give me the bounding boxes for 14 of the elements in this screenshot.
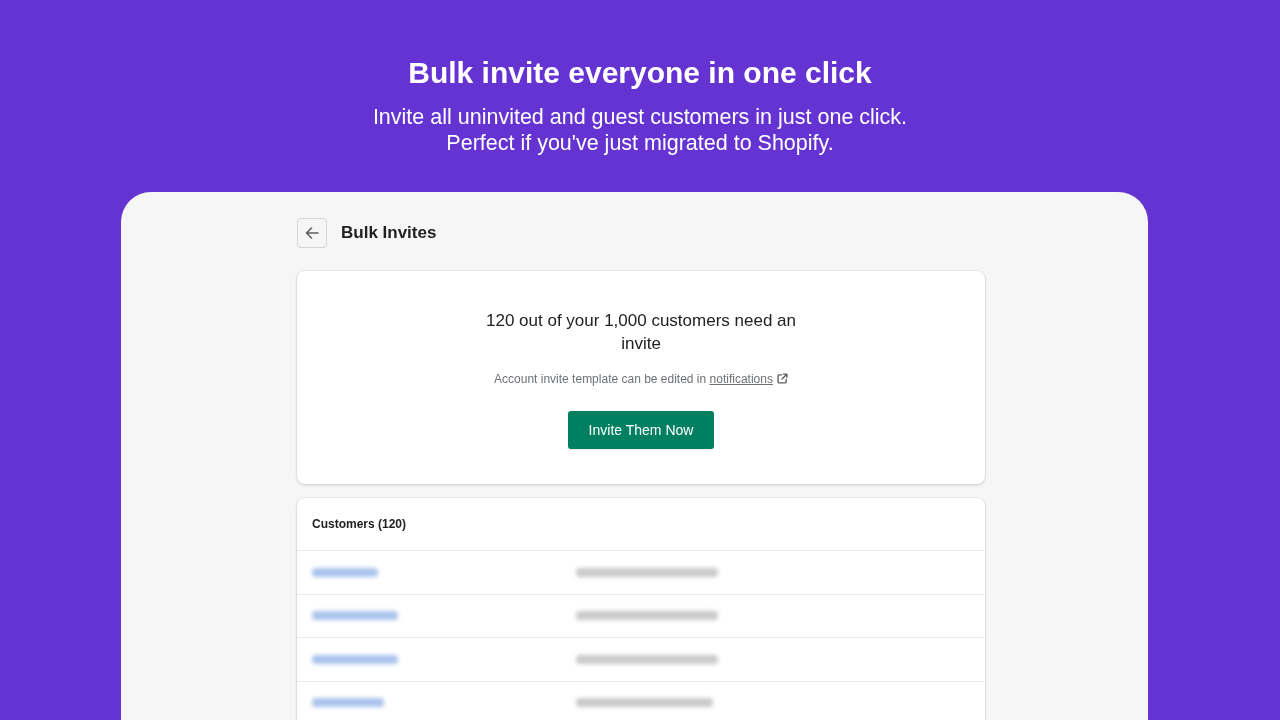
notifications-link[interactable]: notifications (709, 372, 788, 386)
invite-button[interactable]: Invite Them Now (568, 411, 714, 449)
summary-message: 120 out of your 1,000 customers need an invite (485, 310, 797, 355)
back-arrow-icon (305, 227, 319, 239)
subtitle-line: Perfect if you've just migrated to Shopify. (445, 130, 835, 156)
subtitle-line: Invite all uninvited and guest customers in just one click. (371, 104, 909, 130)
customers-heading: Customers (120) (312, 517, 407, 531)
template-note: Account invite template can be edited in notifications (494, 371, 788, 387)
headline: Bulk invite everyone in one click (407, 55, 873, 91)
back-button[interactable] (297, 218, 327, 248)
blurred-name (312, 567, 378, 577)
page-title: Bulk Invites (341, 223, 437, 243)
external-link-icon (776, 373, 788, 384)
blurred-name (312, 698, 384, 708)
